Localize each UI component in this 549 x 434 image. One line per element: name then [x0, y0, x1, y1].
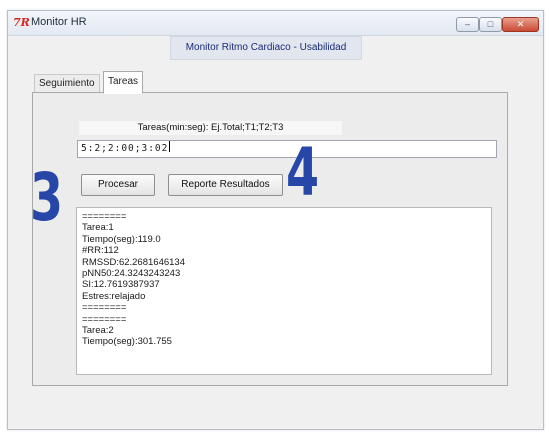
result-line: ========	[82, 211, 127, 222]
result-line: RMSSD:62.2681646134	[82, 256, 185, 268]
result-line: #RR:112	[82, 245, 119, 257]
result-line: Estres:relajado	[82, 290, 146, 302]
result-line: pNN50:24.3243243243	[82, 268, 181, 280]
window-title: Monitor HR	[31, 16, 87, 28]
tab-tareas[interactable]: Tareas	[103, 71, 144, 94]
result-line: Tarea:2	[82, 325, 114, 337]
result-line: ========	[82, 313, 127, 325]
result-line: SI:12.7619387937	[82, 279, 160, 291]
text-caret	[169, 141, 171, 152]
tasks-format-label: Tareas(min:seg): Ej.Total;T1;T2;T3	[79, 121, 342, 135]
result-line: Tiempo(seg):119.0	[82, 233, 161, 245]
tab-seguimiento[interactable]: Seguimiento	[34, 74, 100, 93]
results-textarea[interactable]: ======== Tarea:1 Tiempo(seg):119.0 #RR:112 R…	[76, 207, 492, 375]
minimize-icon[interactable]: –	[456, 17, 479, 32]
maximize-icon[interactable]: □	[479, 17, 502, 32]
results-text: ======== Tarea:1 Tiempo(seg):119.0 #RR:112 R…	[77, 208, 491, 348]
title-bar[interactable]: 7R Monitor HR – □ ✕	[8, 11, 543, 36]
step-3-annotation: 3	[30, 159, 63, 236]
reporte-resultados-button[interactable]: Reporte Resultados	[168, 174, 283, 196]
result-line: Tarea:1	[82, 222, 114, 234]
app-logo-icon: 7R	[13, 16, 30, 29]
app-header-title: Monitor Ritmo Cardiaco - Usabilidad	[170, 36, 362, 60]
result-line: ========	[82, 302, 127, 314]
procesar-button[interactable]: Procesar	[81, 174, 155, 196]
close-icon[interactable]: ✕	[502, 17, 539, 32]
tasks-input-value: 5:2;2:00;3:02	[81, 143, 169, 154]
step-4-annotation: 4	[286, 134, 319, 211]
result-line: Tiempo(seg):301.755	[82, 336, 172, 348]
